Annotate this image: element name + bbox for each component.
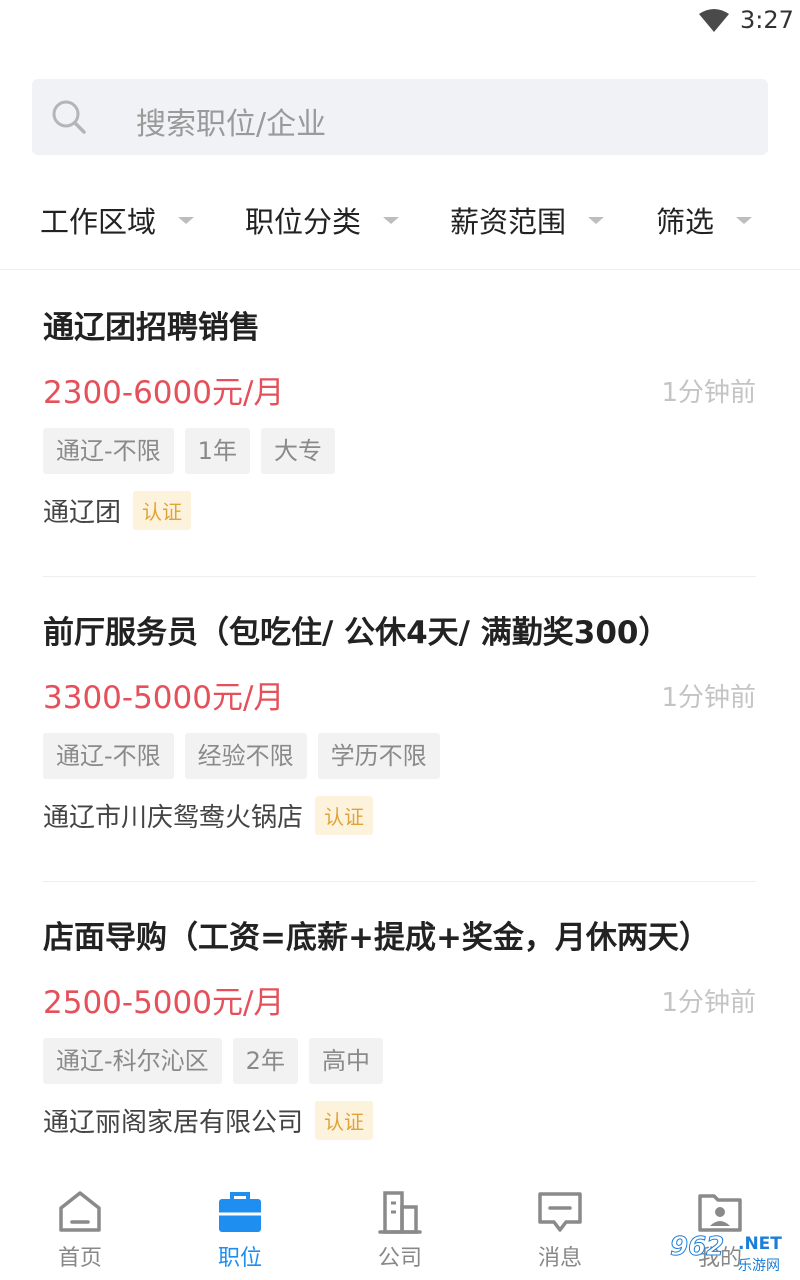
company-name: 通辽丽阁家居有限公司 — [43, 1108, 304, 1138]
job-title: 前厅服务员（包吃住/ 公休4天/ 满勤奖300） — [43, 615, 670, 651]
job-card[interactable]: 前厅服务员（包吃住/ 公休4天/ 满勤奖300） 3300-5000元/月 1分… — [43, 577, 756, 882]
tab-home[interactable]: 首页 — [0, 1180, 160, 1280]
filter-bar: 工作区域 职位分类 薪资范围 筛选 — [0, 180, 800, 270]
job-title: 店面导购（工资=底薪+提成+奖金，月休两天） — [43, 920, 710, 956]
filter-more[interactable]: 筛选 — [656, 198, 753, 242]
home-icon — [59, 1191, 101, 1232]
verified-badge: 认证 — [315, 796, 374, 835]
status-time: 3:27 — [740, 6, 794, 34]
job-tags: 通辽-不限 经验不限 学历不限 — [43, 733, 451, 779]
watermark-sub: 乐游网 — [738, 1258, 780, 1274]
job-tag-experience: 1年 — [184, 428, 250, 474]
watermark-net: .NET — [738, 1234, 782, 1254]
job-tag-education: 学历不限 — [317, 733, 440, 779]
tab-company[interactable]: 公司 — [320, 1180, 480, 1280]
search-input[interactable]: 搜索职位/企业 — [32, 79, 768, 155]
filter-label: 工作区域 — [40, 205, 157, 239]
message-icon — [538, 1192, 582, 1232]
job-salary: 2300-6000元/月 — [43, 375, 285, 411]
wifi-icon — [699, 9, 729, 32]
job-tag-location: 通辽-不限 — [43, 733, 174, 779]
briefcase-icon — [219, 1192, 261, 1232]
caret-down-icon — [588, 216, 605, 224]
filter-salary-range[interactable]: 薪资范围 — [450, 198, 605, 242]
job-title: 通辽团招聘销售 — [43, 310, 260, 346]
tab-messages[interactable]: 消息 — [480, 1180, 640, 1280]
building-icon — [378, 1191, 422, 1234]
job-card[interactable]: 店面导购（工资=底薪+提成+奖金，月休两天） 2500-5000元/月 1分钟前… — [43, 882, 756, 1187]
status-bar: 3:27 — [0, 0, 800, 44]
filter-job-category[interactable]: 职位分类 — [245, 198, 400, 242]
job-card[interactable]: 通辽团招聘销售 2300-6000元/月 1分钟前 通辽-不限 1年 大专 通辽… — [43, 272, 756, 577]
caret-down-icon — [383, 216, 400, 224]
company-name: 通辽市川庆鸳鸯火锅店 — [43, 803, 304, 833]
tab-label: 首页 — [57, 1246, 102, 1271]
job-tag-education: 高中 — [308, 1038, 383, 1084]
job-salary: 3300-5000元/月 — [43, 680, 285, 716]
job-tag-location: 通辽-不限 — [43, 428, 174, 474]
verified-badge: 认证 — [133, 491, 192, 530]
filter-label: 职位分类 — [245, 205, 362, 239]
verified-badge: 认证 — [315, 1101, 374, 1140]
tab-jobs[interactable]: 职位 — [160, 1180, 320, 1280]
tab-label: 消息 — [537, 1246, 582, 1271]
watermark-brand: 962 — [669, 1232, 725, 1263]
job-tag-location: 通辽-科尔沁区 — [43, 1038, 222, 1084]
search-icon — [52, 100, 86, 134]
company-row: 通辽团 认证 — [43, 491, 192, 530]
company-row: 通辽市川庆鸳鸯火锅店 认证 — [43, 796, 374, 835]
search-placeholder: 搜索职位/企业 — [136, 107, 327, 142]
filter-label: 筛选 — [656, 205, 715, 239]
caret-down-icon — [736, 216, 753, 224]
caret-down-icon — [178, 216, 195, 224]
company-name: 通辽团 — [43, 498, 122, 528]
job-tags: 通辽-科尔沁区 2年 高中 — [43, 1038, 394, 1084]
job-tag-education: 大专 — [260, 428, 335, 474]
tab-label: 公司 — [377, 1246, 422, 1271]
filter-label: 薪资范围 — [450, 205, 567, 239]
filter-work-area[interactable]: 工作区域 — [40, 198, 195, 242]
job-post-time: 1分钟前 — [661, 683, 756, 713]
job-post-time: 1分钟前 — [661, 988, 756, 1018]
job-tags: 通辽-不限 1年 大专 — [43, 428, 346, 474]
job-salary: 2500-5000元/月 — [43, 985, 285, 1021]
company-row: 通辽丽阁家居有限公司 认证 — [43, 1101, 374, 1140]
tab-label: 职位 — [217, 1246, 262, 1271]
job-post-time: 1分钟前 — [661, 378, 756, 408]
job-tag-experience: 经验不限 — [184, 733, 307, 779]
job-tag-experience: 2年 — [232, 1038, 298, 1084]
watermark-logo: 962 .NET 乐游网 — [660, 1228, 800, 1280]
